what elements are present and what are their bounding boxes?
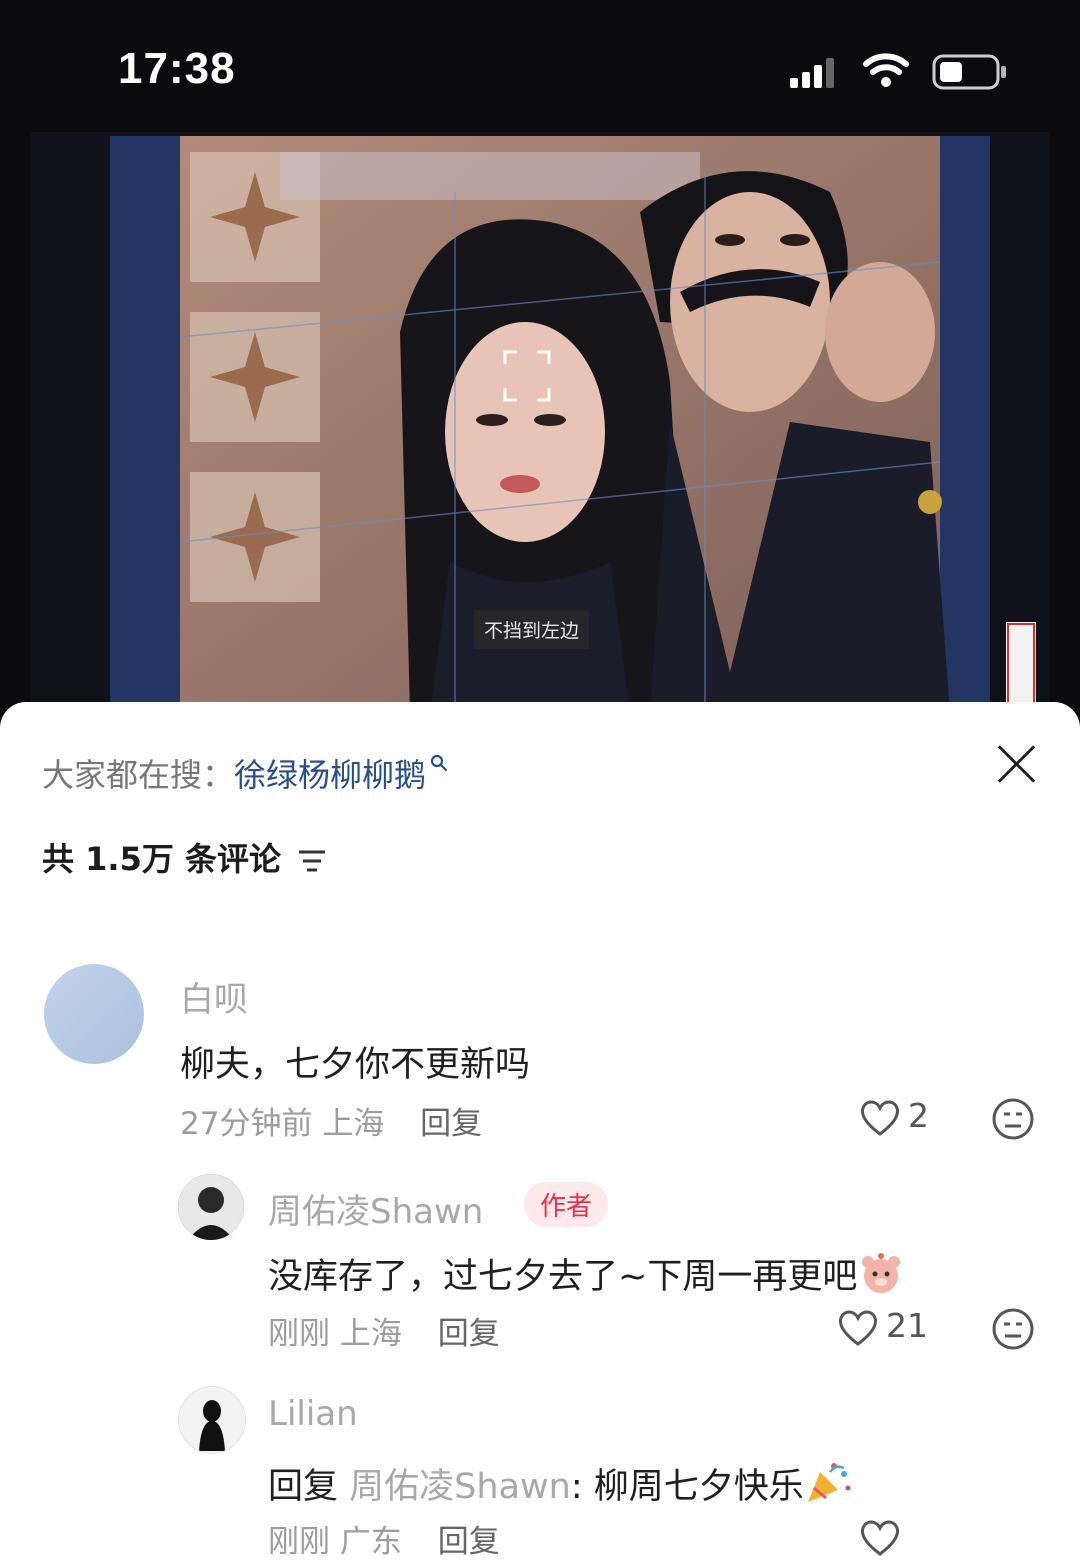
dislike-face-icon[interactable]: [990, 1096, 1036, 1142]
heart-icon: [839, 1310, 877, 1346]
reply-prefix: 回复: [268, 1467, 339, 1507]
trending-search[interactable]: 大家都在搜：徐绿杨柳柳鹅: [42, 750, 448, 796]
comment-time: 刚刚: [268, 1524, 330, 1560]
avatar[interactable]: [178, 1386, 246, 1454]
signal-icon: [790, 58, 834, 88]
heart-icon: [861, 1520, 899, 1556]
like-button[interactable]: [858, 1516, 908, 1558]
party-popper-icon: [807, 1463, 851, 1502]
comment-location: 上海: [322, 1106, 385, 1142]
comment-count-label: 共 1.5万 条评论: [42, 840, 281, 878]
avatar-image: [199, 1400, 225, 1451]
like-button[interactable]: 21: [836, 1306, 928, 1348]
author-badge: 作者: [524, 1182, 609, 1227]
comment-sheet: 大家都在搜：徐绿杨柳柳鹅 共 1.5万 条评论 白呗 柳夫，七夕你不更新吗 27…: [0, 702, 1080, 1563]
comment-username[interactable]: 周佑凌Shawn: [268, 1184, 483, 1233]
status-time: 17:38: [118, 44, 236, 93]
sort-icon[interactable]: [297, 848, 327, 874]
comment-text: 没库存了，过七夕去了~下周一再更吧: [268, 1248, 903, 1299]
avatar[interactable]: [44, 964, 144, 1064]
video-player[interactable]: 不挡到左边: [30, 132, 1050, 712]
comment-count: 共 1.5万 条评论: [42, 834, 327, 880]
reply-button[interactable]: 回复: [438, 1316, 500, 1352]
comment-text-content: 没库存了，过七夕去了~下周一再更吧: [268, 1257, 858, 1297]
avatar-image: [178, 1174, 244, 1240]
comment-time: 27分钟前: [180, 1106, 313, 1142]
comment-text: 柳夫，七夕你不更新吗: [180, 1045, 531, 1085]
comment-time: 刚刚: [268, 1316, 330, 1352]
search-icon: [430, 754, 448, 772]
comment-username[interactable]: Lilian: [268, 1394, 358, 1434]
bear-emoji-icon: [862, 1253, 901, 1293]
battery-icon: [932, 54, 1006, 90]
video-subtitle: 不挡到左边: [474, 610, 590, 649]
reply-button[interactable]: 回复: [438, 1524, 500, 1560]
like-button[interactable]: 2: [858, 1096, 929, 1138]
comment-text-content: : 柳周七夕快乐: [570, 1467, 804, 1507]
close-icon[interactable]: [994, 742, 1038, 786]
like-count: 2: [908, 1096, 929, 1135]
like-count: 21: [886, 1306, 928, 1345]
reply-button[interactable]: 回复: [420, 1106, 482, 1142]
heart-icon: [861, 1100, 899, 1136]
comment-location: 广东: [339, 1524, 402, 1560]
comment-meta: 刚刚 上海 回复: [268, 1308, 500, 1353]
avatar[interactable]: [178, 1174, 244, 1240]
status-bar: 17:38: [0, 0, 1080, 140]
trending-prefix: 大家都在搜：: [42, 756, 235, 794]
reply-to-username[interactable]: 周佑凌Shawn: [349, 1467, 571, 1507]
comment-meta: 刚刚 广东 回复: [268, 1516, 500, 1561]
wifi-icon: [863, 53, 909, 87]
comment-text: 回复 周佑凌Shawn: 柳周七夕快乐: [268, 1458, 852, 1509]
trending-term-link[interactable]: 徐绿杨柳柳鹅: [234, 756, 426, 794]
comment-location: 上海: [339, 1316, 402, 1352]
dislike-face-icon[interactable]: [990, 1306, 1036, 1352]
comment-meta: 27分钟前 上海 回复: [180, 1098, 482, 1143]
comment-username[interactable]: 白呗: [180, 972, 248, 1021]
